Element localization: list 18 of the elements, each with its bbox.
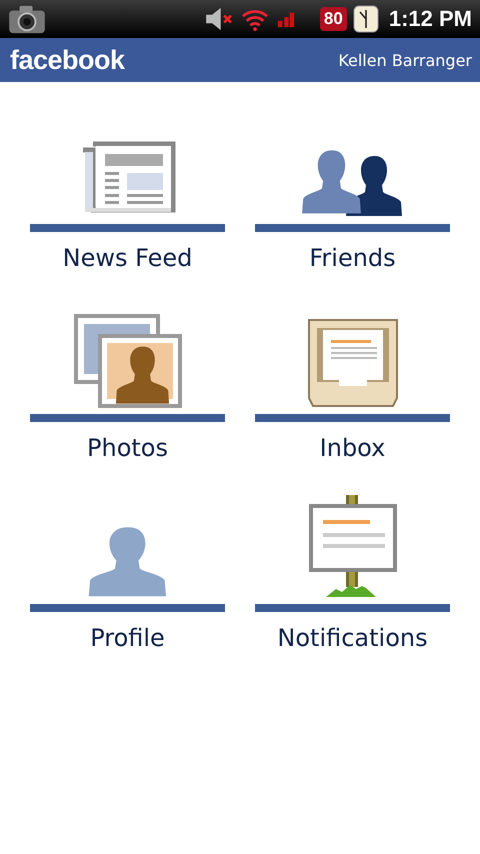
menu-item-label[interactable]: Friends xyxy=(309,244,396,272)
menu-item-label[interactable]: Notifications xyxy=(277,624,428,652)
menu-item-label[interactable]: News Feed xyxy=(62,244,192,272)
clock-icon xyxy=(352,5,379,33)
camera-icon xyxy=(8,4,46,34)
signpost-icon[interactable] xyxy=(308,494,398,598)
menu-item-label[interactable]: Profile xyxy=(90,624,165,652)
app-logo: facebook xyxy=(10,44,125,76)
signal-icon xyxy=(276,10,296,28)
wifi-icon xyxy=(240,7,270,31)
battery-level: 80 xyxy=(320,7,347,31)
menu-item-label[interactable]: Photos xyxy=(87,434,168,462)
menu-item-label[interactable]: Inbox xyxy=(320,434,386,462)
speaker-muted-icon xyxy=(204,7,234,31)
photos-icon[interactable] xyxy=(74,314,182,408)
inbox-tray-icon[interactable] xyxy=(306,318,398,408)
status-time: 1:12 PM xyxy=(388,6,472,32)
user-name: Kellen Barranger xyxy=(338,50,472,70)
